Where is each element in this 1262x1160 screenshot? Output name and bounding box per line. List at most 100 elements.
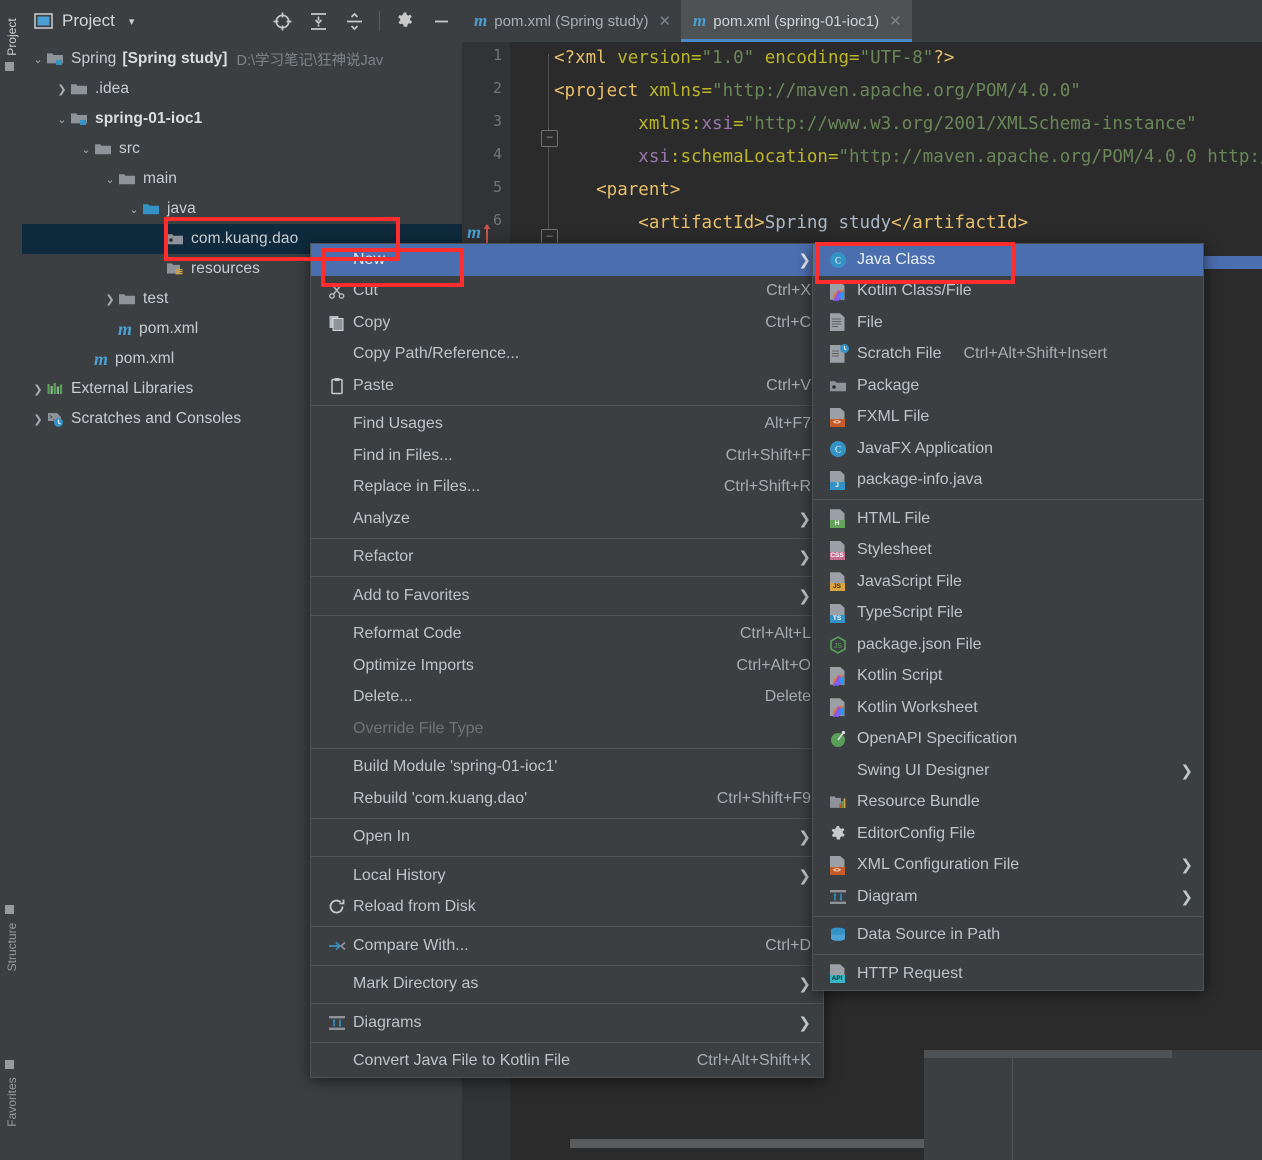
package-icon bbox=[825, 377, 851, 395]
chevron-down-icon[interactable]: ⌄ bbox=[30, 53, 46, 66]
new-menu-item-package-json-file[interactable]: JS package.json File bbox=[813, 629, 1203, 661]
menu-item-label: Optimize Imports bbox=[353, 656, 474, 674]
locate-icon[interactable] bbox=[271, 10, 293, 32]
menu-separator bbox=[311, 817, 823, 819]
menu-item-replace-in-files[interactable]: Replace in Files... Ctrl+Shift+R bbox=[311, 472, 823, 504]
close-icon[interactable]: ✕ bbox=[658, 12, 671, 30]
menu-item-mark-directory-as[interactable]: Mark Directory as ❯ bbox=[311, 969, 823, 1001]
tree-node-label: src bbox=[119, 140, 140, 157]
new-menu-item-kotlin-worksheet[interactable]: Kotlin Worksheet bbox=[813, 692, 1203, 724]
chevron-right-icon[interactable]: ❯ bbox=[30, 383, 46, 396]
code-text[interactable]: <?xml version="1.0" encoding="UTF-8"?> <p… bbox=[554, 42, 1262, 240]
menu-item-delete[interactable]: Delete... Delete bbox=[311, 682, 823, 714]
menu-item-reload-from-disk[interactable]: Reload from Disk bbox=[311, 892, 823, 924]
new-menu-item-fxml-file[interactable]: <> FXML File bbox=[813, 402, 1203, 434]
tree-node-src[interactable]: ⌄ src bbox=[22, 134, 462, 164]
chevron-right-icon[interactable]: ❯ bbox=[54, 83, 70, 96]
project-window-icon bbox=[34, 12, 53, 31]
bottom-panel-header bbox=[924, 1050, 1172, 1058]
new-menu-item-java-class[interactable]: C Java Class bbox=[813, 244, 1203, 276]
menu-item-rebuild-com-kuang-dao[interactable]: Rebuild 'com.kuang.dao' Ctrl+Shift+F9 bbox=[311, 783, 823, 815]
chevron-down-icon[interactable]: ⌄ bbox=[78, 143, 94, 156]
tool-tab-structure[interactable]: Structure bbox=[5, 909, 19, 985]
ts-file-icon: TS bbox=[825, 603, 851, 623]
menu-item-find-in-files[interactable]: Find in Files... Ctrl+Shift+F bbox=[311, 440, 823, 472]
menu-item-build-module-spring-01-ioc1[interactable]: Build Module 'spring-01-ioc1' bbox=[311, 752, 823, 784]
tree-node-main[interactable]: ⌄ main bbox=[22, 164, 462, 194]
maven-icon: m bbox=[94, 349, 109, 369]
new-menu-item-label: HTML File bbox=[857, 509, 931, 527]
new-menu-item-editorconfig-file[interactable]: EditorConfig File bbox=[813, 818, 1203, 850]
menu-separator bbox=[813, 499, 1203, 500]
new-menu-item-swing-ui-designer[interactable]: Swing UI Designer ❯ bbox=[813, 755, 1203, 787]
chevron-down-icon[interactable]: ⌄ bbox=[126, 203, 142, 216]
new-menu-item-package-info-java[interactable]: Jpackage-info.java bbox=[813, 465, 1203, 497]
menu-item-optimize-imports[interactable]: Optimize Imports Ctrl+Alt+O bbox=[311, 650, 823, 682]
new-menu-item-package[interactable]: Package bbox=[813, 370, 1203, 402]
collapse-all-icon[interactable] bbox=[343, 10, 365, 32]
menu-item-diagrams[interactable]: Diagrams ❯ bbox=[311, 1007, 823, 1039]
menu-item-refactor[interactable]: Refactor ❯ bbox=[311, 542, 823, 574]
chevron-right-icon[interactable]: ❯ bbox=[102, 293, 118, 306]
new-menu-item-file[interactable]: File bbox=[813, 307, 1203, 339]
new-menu-item-html-file[interactable]: H HTML File bbox=[813, 503, 1203, 535]
menu-item-new[interactable]: New ❯ bbox=[311, 244, 823, 276]
menu-separator bbox=[311, 404, 823, 406]
chevron-down-icon[interactable]: ⌄ bbox=[54, 113, 70, 126]
new-menu-item-xml-configuration-file[interactable]: <> XML Configuration File ❯ bbox=[813, 850, 1203, 882]
new-menu-item-resource-bundle[interactable]: Resource Bundle bbox=[813, 787, 1203, 819]
chevron-right-icon[interactable]: ❯ bbox=[30, 413, 46, 426]
new-submenu[interactable]: C Java Class Kotlin Class/File File Scratch … bbox=[812, 243, 1204, 991]
gutter-line[interactable]: 2 bbox=[462, 75, 510, 108]
menu-item-copy[interactable]: Copy Ctrl+C bbox=[311, 307, 823, 339]
gutter-line[interactable]: 5 bbox=[462, 174, 510, 207]
chevron-down-icon[interactable]: ▾ bbox=[129, 15, 135, 28]
menu-item-compare-with[interactable]: Compare With... Ctrl+D bbox=[311, 930, 823, 962]
menu-item-analyze[interactable]: Analyze ❯ bbox=[311, 503, 823, 535]
new-menu-item-label: Java Class bbox=[857, 250, 936, 268]
new-menu-item-typescript-file[interactable]: TS TypeScript File bbox=[813, 598, 1203, 630]
tree-node-spring[interactable]: ⌄ Spring [Spring study] D:\学习笔记\狂神说Jav bbox=[22, 44, 462, 74]
tree-node-label: java bbox=[167, 200, 196, 217]
gutter-line[interactable]: 3 bbox=[462, 108, 510, 141]
new-menu-item-openapi-specification[interactable]: OpenAPI Specification bbox=[813, 724, 1203, 756]
gutter-line[interactable]: 1 bbox=[462, 42, 510, 75]
tree-node-idea[interactable]: ❯ .idea bbox=[22, 74, 462, 104]
menu-item-find-usages[interactable]: Find Usages Alt+F7 bbox=[311, 409, 823, 441]
menu-item-cut[interactable]: Cut Ctrl+X bbox=[311, 276, 823, 308]
menu-item-copy-path-reference[interactable]: Copy Path/Reference... bbox=[311, 339, 823, 371]
new-menu-item-javascript-file[interactable]: JS JavaScript File bbox=[813, 566, 1203, 598]
context-menu[interactable]: New ❯ Cut Ctrl+X Copy Ctrl+C Copy Path/Referen… bbox=[310, 243, 824, 1078]
new-menu-item-scratch-file[interactable]: Scratch File Ctrl+Alt+Shift+Insert bbox=[813, 339, 1203, 371]
menu-item-open-in[interactable]: Open In ❯ bbox=[311, 822, 823, 854]
tree-node-java[interactable]: ⌄ java bbox=[22, 194, 462, 224]
refresh-icon bbox=[325, 898, 349, 916]
editor-tab-bar[interactable]: m pom.xml (Spring study) ✕ m pom.xml (spring… bbox=[462, 0, 1262, 42]
module-folder-icon bbox=[46, 50, 64, 68]
menu-item-paste[interactable]: Paste Ctrl+V bbox=[311, 370, 823, 402]
new-menu-item-javafx-application[interactable]: C JavaFX Application bbox=[813, 433, 1203, 465]
menu-item-label: Add to Favorites bbox=[353, 586, 470, 604]
menu-item-reformat-code[interactable]: Reformat Code Ctrl+Alt+L bbox=[311, 619, 823, 651]
hide-panel-icon[interactable] bbox=[430, 10, 452, 32]
close-icon[interactable]: ✕ bbox=[889, 12, 902, 30]
menu-item-convert-java-file-to-kotlin-file[interactable]: Convert Java File to Kotlin File Ctrl+Alt… bbox=[311, 1046, 823, 1078]
new-menu-item-http-request[interactable]: API HTTP Request bbox=[813, 958, 1203, 990]
new-menu-item-stylesheet[interactable]: CSS Stylesheet bbox=[813, 535, 1203, 567]
menu-item-local-history[interactable]: Local History ❯ bbox=[311, 860, 823, 892]
tree-node-spring-01-ioc1[interactable]: ⌄ spring-01-ioc1 bbox=[22, 104, 462, 134]
expand-all-icon[interactable] bbox=[307, 10, 329, 32]
tool-tab-project[interactable]: Project bbox=[5, 0, 19, 75]
gutter-line[interactable]: 4 bbox=[462, 141, 510, 174]
chevron-down-icon[interactable]: ⌄ bbox=[102, 173, 118, 186]
editor-tab-2[interactable]: m pom.xml (spring-01-ioc1) ✕ bbox=[681, 0, 912, 42]
tool-tab-favorites[interactable]: Favorites bbox=[5, 1064, 19, 1140]
code-token: </artifactId> bbox=[891, 213, 1029, 233]
new-menu-item-kotlin-class-file[interactable]: Kotlin Class/File bbox=[813, 276, 1203, 308]
new-menu-item-diagram[interactable]: Diagram ❯ bbox=[813, 881, 1203, 913]
menu-item-add-to-favorites[interactable]: Add to Favorites ❯ bbox=[311, 580, 823, 612]
new-menu-item-data-source-in-path[interactable]: Data Source in Path bbox=[813, 920, 1203, 952]
editor-tab-1[interactable]: m pom.xml (Spring study) ✕ bbox=[462, 0, 681, 42]
new-menu-item-kotlin-script[interactable]: Kotlin Script bbox=[813, 661, 1203, 693]
settings-gear-icon[interactable] bbox=[394, 10, 416, 32]
